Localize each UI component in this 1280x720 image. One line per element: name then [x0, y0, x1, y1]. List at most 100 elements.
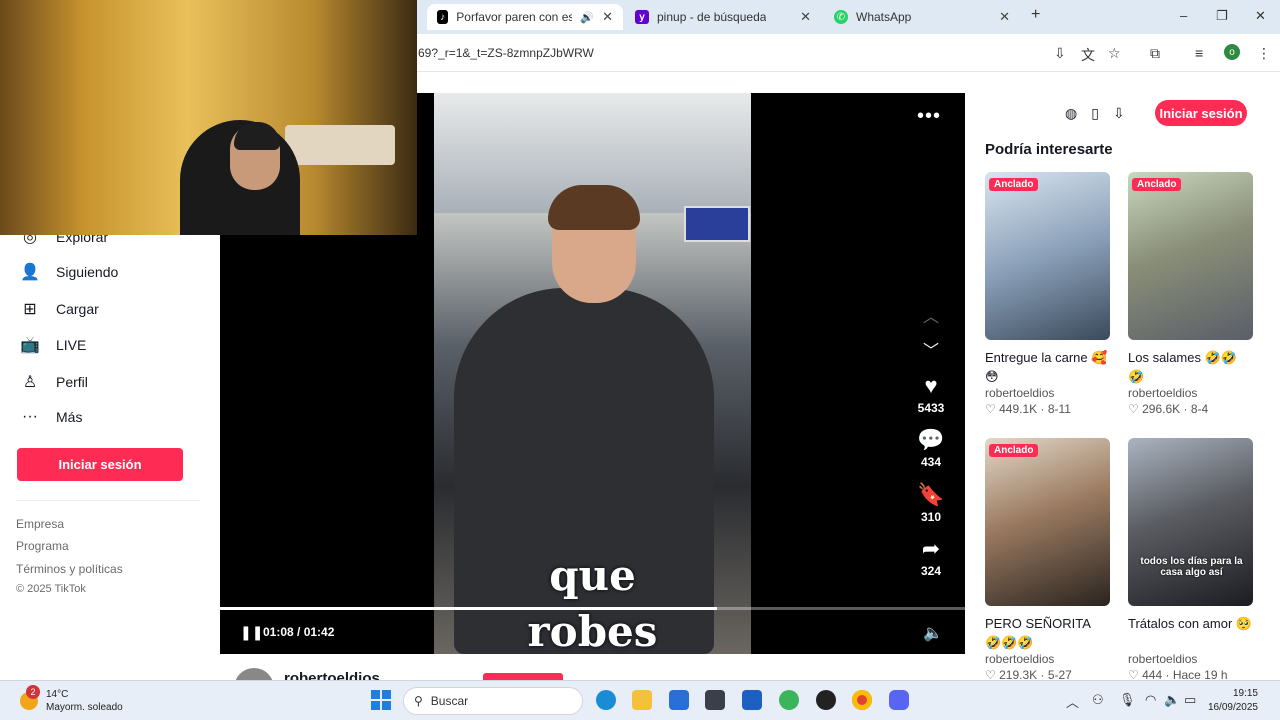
app-cube-icon[interactable]: [705, 690, 725, 710]
tab-search[interactable]: y pinup - de búsqueda ✕: [625, 4, 821, 30]
new-tab-button[interactable]: +: [1031, 6, 1040, 24]
time-display: 01:08 / 01:42: [263, 625, 335, 639]
video-thumbnail[interactable]: Anclado: [1128, 172, 1253, 340]
bookmark-star-icon[interactable]: ☆: [1108, 45, 1121, 62]
comment-count: 434: [920, 455, 942, 469]
maximize-button[interactable]: ❐: [1216, 8, 1228, 24]
system-clock[interactable]: 19:15 16/09/2025: [1208, 687, 1258, 715]
login-button-top[interactable]: Iniciar sesión: [1155, 100, 1247, 126]
like-button[interactable]: ♥ 5433: [911, 373, 951, 415]
taskbar-search[interactable]: ⚲ Buscar: [403, 687, 583, 715]
edge-icon[interactable]: [596, 690, 616, 710]
video-thumbnail[interactable]: Anclado: [985, 438, 1110, 606]
device-icon[interactable]: ▯: [1091, 105, 1099, 122]
footer-link-programa[interactable]: Programa: [16, 539, 69, 553]
video-background-screen: [684, 206, 750, 242]
wifi-icon[interactable]: ◠: [1145, 692, 1156, 708]
windows-start-icon[interactable]: [371, 690, 391, 710]
sidebar-item-perfil[interactable]: ♙ Perfil: [20, 372, 88, 392]
sidebar-item-cargar[interactable]: ⊞ Cargar: [20, 299, 99, 319]
share-button[interactable]: ➦ 324: [911, 536, 951, 578]
card-likes: 296.6K: [1142, 402, 1181, 416]
comment-button[interactable]: 💬 434: [911, 427, 951, 469]
microphone-icon[interactable]: 🎙: [1119, 692, 1136, 708]
minimize-button[interactable]: –: [1180, 8, 1187, 23]
video-caption: que robes: [434, 548, 751, 654]
tab-title: pinup - de búsqueda: [657, 10, 767, 24]
card-author[interactable]: robertoeldios: [985, 386, 1110, 400]
pause-icon[interactable]: ❚❚: [240, 624, 263, 641]
heart-icon: ♥: [924, 373, 938, 398]
chrome-icon[interactable]: [852, 690, 872, 710]
webcam-person-cap: [234, 122, 280, 150]
browser-menu-icon[interactable]: ⋮: [1257, 45, 1271, 62]
live-icon: 📺: [20, 337, 40, 354]
media-control-icon[interactable]: ≡: [1195, 45, 1203, 61]
extensions-icon[interactable]: ⧉: [1150, 45, 1160, 62]
video-thumbnail[interactable]: Anclado: [985, 172, 1110, 340]
translate-icon[interactable]: 文: [1081, 45, 1095, 65]
login-button-sidebar[interactable]: Iniciar sesión: [17, 448, 183, 481]
footer-link-terminos[interactable]: Términos y políticas: [16, 562, 123, 576]
volume-icon[interactable]: 🔈: [923, 623, 943, 643]
sidebar-item-live[interactable]: 📺 LIVE: [20, 335, 86, 355]
rail-title: Podría interesarte: [985, 141, 1113, 158]
heart-outline-icon: ♡: [1128, 402, 1139, 416]
more-icon: ···: [22, 408, 38, 425]
download-icon[interactable]: ⇩: [1113, 105, 1125, 122]
video-card[interactable]: Anclado PERO SEÑORITA 🤣🤣🤣 robertoeldios …: [985, 438, 1110, 682]
video-card[interactable]: Anclado Entregue la carne 🥰😳 robertoeldi…: [985, 172, 1110, 416]
copyright: © 2025 TikTok: [16, 583, 86, 595]
save-button[interactable]: 🔖 310: [911, 482, 951, 524]
tray-app-icon[interactable]: ⚇: [1092, 692, 1104, 708]
discord-icon[interactable]: [889, 690, 909, 710]
yahoo-icon: y: [635, 10, 649, 24]
progress-bar[interactable]: [220, 607, 965, 610]
video-thumbnail[interactable]: todos los días para la casa algo así: [1128, 438, 1253, 606]
url-field[interactable]: 69?_r=1&_t=ZS-8zmnpZJbWRW: [418, 46, 594, 60]
card-author[interactable]: robertoeldios: [1128, 386, 1253, 400]
webcam-background-object: [285, 125, 395, 165]
coin-icon[interactable]: ◍: [1065, 105, 1077, 122]
close-window-button[interactable]: ✕: [1255, 8, 1266, 24]
tab-whatsapp[interactable]: ✆ WhatsApp ✕: [824, 4, 1020, 30]
webcam-overlay: [0, 0, 417, 235]
tab-tiktok[interactable]: ♪ Porfavor paren con esto 😄 🔊 ✕: [427, 4, 623, 30]
next-video-icon[interactable]: ﹀: [923, 337, 939, 361]
profile-avatar-icon[interactable]: o: [1224, 44, 1240, 60]
speaker-icon[interactable]: 🔈: [1164, 692, 1180, 708]
sidebar-item-mas[interactable]: ··· Más: [20, 408, 82, 426]
card-author[interactable]: robertoeldios: [985, 652, 1110, 666]
card-author[interactable]: robertoeldios: [1128, 652, 1253, 666]
card-title: Entregue la carne 🥰😳: [985, 350, 1108, 384]
tray-chevron-icon[interactable]: ︿: [1066, 692, 1079, 711]
sidebar-item-label: Perfil: [56, 374, 88, 390]
install-app-icon[interactable]: ⇩: [1054, 45, 1066, 62]
search-placeholder: Buscar: [430, 694, 469, 708]
speaker-icon[interactable]: 🔊: [580, 11, 594, 24]
top-icons: ◍ ▯ ⇩: [1065, 105, 1125, 122]
chrome-alt-icon[interactable]: [779, 690, 799, 710]
store-icon[interactable]: [669, 690, 689, 710]
footer-link-empresa[interactable]: Empresa: [16, 517, 64, 531]
file-explorer-icon[interactable]: [632, 690, 652, 710]
previous-video-icon[interactable]: ︿: [923, 303, 939, 327]
following-icon: 👤: [20, 264, 40, 281]
more-options-icon[interactable]: •••: [917, 105, 941, 128]
editor-icon[interactable]: [742, 690, 762, 710]
battery-icon[interactable]: ▭: [1184, 692, 1196, 708]
taskbar: 14°C Mayorm. soleado 2 ⚲ Buscar ︿ ⚇ 🎙 ◠ …: [0, 680, 1280, 720]
card-stats: ♡ 449.1K · 8-11: [985, 402, 1071, 416]
video-frame: que robes: [434, 93, 751, 654]
weather-temp: 14°C: [46, 689, 69, 700]
weather-desc: Mayorm. soleado: [46, 702, 123, 713]
obs-icon[interactable]: [816, 690, 836, 710]
card-title: Trátalos con amor 🥺: [1128, 616, 1253, 631]
whatsapp-icon: ✆: [834, 10, 848, 24]
video-card[interactable]: todos los días para la casa algo así Trá…: [1128, 438, 1253, 682]
close-tab-icon[interactable]: ✕: [999, 9, 1010, 25]
video-card[interactable]: Anclado Los salames 🤣🤣🤣 robertoeldios ♡ …: [1128, 172, 1253, 416]
close-tab-icon[interactable]: ✕: [602, 9, 613, 25]
close-tab-icon[interactable]: ✕: [800, 9, 811, 25]
sidebar-item-siguiendo[interactable]: 👤 Siguiendo: [20, 262, 118, 282]
